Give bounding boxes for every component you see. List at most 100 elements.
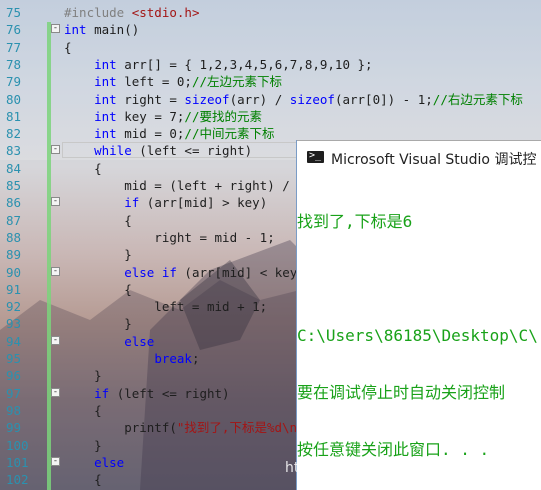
code-token: { (64, 281, 132, 297)
code-token: if (94, 385, 110, 401)
console-line: C:\Users\86185\Desktop\C\ (297, 326, 538, 345)
line-number: 76 (6, 22, 22, 38)
line-number: 82 (6, 126, 22, 142)
code-token: (arr[mid] < key) (176, 264, 305, 280)
code-token: } (64, 247, 132, 263)
code-token: left = 0; (116, 74, 192, 90)
fold-toggle-icon[interactable]: - (51, 456, 60, 466)
code-token: int (64, 22, 87, 38)
code-text: else (64, 454, 124, 471)
code-text: } (64, 246, 132, 263)
code-text: int mid = 0;//中间元素下标 (64, 125, 274, 142)
code-token: { (64, 160, 102, 176)
line-number: 77 (6, 39, 22, 55)
fold-toggle-icon[interactable]: - (51, 24, 60, 34)
code-text: int left = 0;//左边元素下标 (64, 73, 282, 90)
code-text: if (left <= right) (64, 385, 229, 402)
console-line: 按任意键关闭此窗口. . . (297, 440, 490, 459)
code-text: { (64, 402, 102, 419)
console-output: 找到了,下标是6 C:\Users\86185\Desktop\C\ 要在调试停… (297, 174, 541, 490)
code-line[interactable]: 76 - int main() (0, 21, 541, 38)
code-text: else if (arr[mid] < key) (64, 264, 305, 281)
code-token: int (94, 56, 117, 72)
code-token: //中间元素下标 (184, 126, 275, 142)
line-number: 94 (6, 333, 22, 349)
code-token: //右边元素下标 (432, 91, 523, 107)
code-token: (arr[mid] > key) (139, 195, 268, 211)
code-token: { (64, 39, 72, 55)
code-line[interactable]: 80 int right = sizeof(arr) / sizeof(arr[… (0, 91, 541, 108)
code-text: if (arr[mid] > key) (64, 194, 267, 211)
code-text: right = mid - 1; (64, 229, 275, 246)
line-number: 95 (6, 351, 22, 366)
code-text: { (64, 281, 132, 298)
fold-toggle-icon[interactable]: - (51, 335, 60, 345)
code-text: int main() (64, 21, 139, 38)
code-text: } (64, 437, 102, 454)
code-token: printf( (64, 420, 177, 436)
code-token: sizeof (184, 91, 230, 107)
fold-toggle-icon[interactable]: - (51, 387, 60, 397)
code-token: } (64, 437, 102, 453)
line-number: 79 (6, 74, 22, 90)
line-number: 83 (6, 143, 22, 159)
line-number: 86 (6, 195, 22, 211)
line-number: 100 (6, 437, 29, 453)
line-number: 84 (6, 160, 22, 176)
fold-toggle-icon[interactable]: - (51, 145, 60, 155)
line-number: 99 (6, 420, 22, 436)
code-token: } (64, 368, 102, 384)
line-number: 75 (6, 5, 22, 20)
code-line[interactable]: 75 #include <stdio.h> (0, 4, 541, 21)
code-token: mid = (left + right) / 2; (64, 178, 313, 193)
code-token: if (124, 195, 140, 211)
code-token: sizeof (289, 91, 335, 107)
code-token: else if (124, 264, 177, 280)
code-text: #include <stdio.h> (64, 4, 199, 21)
code-line[interactable]: 79 int left = 0;//左边元素下标 (0, 73, 541, 90)
code-line[interactable]: 78 int arr[] = { 1,2,3,4,5,6,7,8,9,10 }; (0, 56, 541, 73)
line-number: 96 (6, 368, 22, 384)
code-token: { (64, 212, 132, 228)
code-text: { (64, 160, 102, 177)
code-token: break (154, 351, 192, 366)
code-token: (left <= right) (131, 143, 253, 159)
line-number: 92 (6, 299, 22, 315)
code-line[interactable]: 81 int key = 7;//要找的元素 (0, 108, 541, 125)
line-number: 97 (6, 385, 22, 401)
code-token: int (94, 74, 117, 90)
code-text: int arr[] = { 1,2,3,4,5,6,7,8,9,10 }; (64, 56, 372, 73)
watermark: https://blog.csdn.net/qq_52670477 (285, 460, 531, 476)
code-token: #include (64, 5, 132, 20)
code-token: right = mid - 1; (64, 229, 275, 245)
code-editor[interactable]: 75 #include <stdio.h> 76- int main() 77{78 i… (0, 0, 541, 490)
code-token: { (64, 472, 102, 488)
line-number: 85 (6, 178, 22, 193)
fold-toggle-icon[interactable]: - (51, 197, 60, 207)
line-number: 80 (6, 91, 22, 107)
line-number: 81 (6, 108, 22, 124)
debug-console-window[interactable]: >_ Microsoft Visual Studio 调试控 找到了,下标是6 … (297, 140, 541, 490)
code-token: ; (191, 351, 200, 366)
vs-console-icon: >_ (307, 150, 324, 163)
code-token: right = (116, 91, 185, 107)
console-title-bar[interactable]: >_ Microsoft Visual Studio 调试控 (297, 140, 541, 174)
code-token: else (124, 333, 155, 349)
code-token: //左边元素下标 (191, 74, 283, 90)
fold-toggle-icon[interactable]: - (51, 266, 60, 276)
code-line[interactable]: 77 { (0, 39, 541, 56)
code-text: printf("找到了,下标是%d\n (64, 419, 297, 436)
code-token: (arr[0]) - 1; (334, 91, 433, 107)
